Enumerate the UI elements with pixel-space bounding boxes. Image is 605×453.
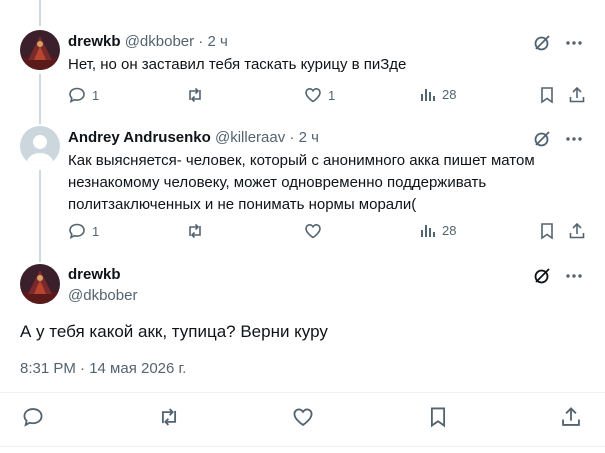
tweet-text: Как выясняется- человек, который с анони…: [68, 152, 535, 213]
more-dots-icon[interactable]: [565, 267, 583, 285]
share-upload-icon: [569, 222, 585, 239]
view-count: 28: [442, 222, 457, 238]
reply-count: 1: [92, 223, 100, 239]
author-handle[interactable]: @dkbober: [125, 33, 194, 50]
retweet-icon: [189, 223, 201, 239]
bookmark-icon: [430, 407, 446, 428]
heart-icon: [293, 408, 313, 427]
bookmark-button[interactable]: [538, 86, 556, 104]
like-count: 1: [328, 87, 336, 103]
share-upload-icon: [562, 407, 580, 426]
main-action-bar: [20, 406, 585, 432]
avatar[interactable]: [20, 126, 60, 166]
author-name[interactable]: Andrey Andrusenko: [68, 129, 211, 146]
more-dots-icon[interactable]: [565, 130, 583, 148]
views-button[interactable]: 28: [420, 86, 456, 102]
share-button[interactable]: [560, 406, 582, 428]
retweet-icon: [189, 87, 201, 103]
bookmark-button[interactable]: [538, 222, 556, 240]
tweet-header: Andrey Andrusenko @killeraav · 2 ч: [68, 129, 319, 146]
like-button[interactable]: [304, 222, 322, 240]
action-bar: 1 28: [68, 222, 588, 242]
thread-line-top: [39, 0, 41, 26]
author-handle[interactable]: @killeraav: [215, 129, 285, 146]
timestamp[interactable]: 2 ч: [299, 129, 319, 146]
reply-bubble-icon: [23, 408, 43, 427]
divider: [0, 446, 605, 447]
author-name[interactable]: drewkb: [68, 33, 121, 50]
divider: [0, 392, 605, 393]
more-dots-icon[interactable]: [565, 34, 583, 52]
like-button[interactable]: [292, 406, 314, 428]
share-button[interactable]: [568, 222, 586, 240]
reply-button[interactable]: 1: [68, 222, 99, 240]
views-bar-icon: [421, 225, 435, 237]
thread-line-1: [39, 74, 41, 124]
main-author-handle-wrap: @dkbober: [68, 287, 137, 304]
author-name[interactable]: drewkb: [68, 266, 121, 283]
reply-button[interactable]: 1: [68, 86, 99, 104]
views-button[interactable]: 28: [420, 222, 456, 238]
reply-bubble-icon: [69, 223, 85, 240]
heart-icon: [305, 87, 321, 103]
bookmark-icon: [541, 223, 553, 240]
heart-icon: [305, 223, 321, 239]
retweet-button[interactable]: [186, 86, 204, 104]
grok-slash-icon[interactable]: [533, 34, 551, 52]
views-bar-icon: [421, 89, 435, 101]
grok-slash-icon[interactable]: [533, 267, 551, 285]
author-handle[interactable]: @dkbober: [68, 287, 137, 304]
timestamp[interactable]: 2 ч: [207, 33, 227, 50]
like-button[interactable]: 1: [304, 86, 335, 104]
separator-dot: ·: [198, 33, 204, 50]
share-button[interactable]: [568, 86, 586, 104]
retweet-button[interactable]: [158, 406, 180, 428]
retweet-icon: [161, 408, 177, 426]
bookmark-button[interactable]: [427, 406, 449, 428]
reply-count: 1: [92, 87, 100, 103]
view-count: 28: [442, 86, 457, 102]
share-upload-icon: [569, 86, 585, 103]
reply-bubble-icon: [69, 87, 85, 104]
grok-slash-icon[interactable]: [533, 130, 551, 148]
tweet-top-icons: [533, 130, 583, 148]
bookmark-icon: [541, 87, 553, 104]
action-bar: 1 1 28: [68, 86, 588, 106]
avatar[interactable]: [20, 30, 60, 70]
reply-button[interactable]: [22, 406, 44, 428]
main-tweet-text: А у тебя какой акк, тупица? Верни куру: [20, 322, 328, 341]
thread-line-2: [39, 170, 41, 262]
main-tweet-timestamp[interactable]: 8:31 PM · 14 мая 2026 г.: [20, 360, 186, 377]
separator-dot: ·: [289, 129, 295, 146]
tweet-header: drewkb @dkbober · 2 ч: [68, 33, 228, 50]
retweet-button[interactable]: [186, 222, 204, 240]
main-author-name-wrap: drewkb: [68, 266, 121, 283]
avatar[interactable]: [20, 264, 60, 304]
tweet-top-icons: [533, 267, 583, 285]
tweet-top-icons: [533, 34, 583, 52]
tweet-text: Нет, но он заставил тебя таскать курицу …: [68, 56, 407, 73]
